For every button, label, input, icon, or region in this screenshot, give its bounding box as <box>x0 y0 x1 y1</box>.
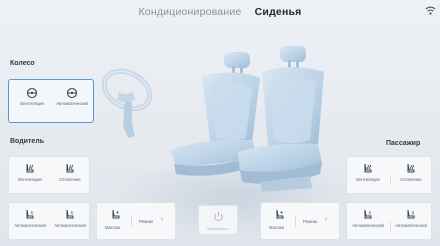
section-label-driver: Водитель <box>10 138 45 145</box>
seat-massage-icon <box>112 209 120 219</box>
seats-image <box>170 46 324 192</box>
driver-ventilation-label: Вентиляция <box>18 177 42 182</box>
seat-ventilation-icon <box>364 163 372 173</box>
passenger-massage-panel[interactable]: Массаж Режим › <box>260 202 340 240</box>
steering-auto-icon <box>66 87 78 99</box>
passenger-auto-panel: A Автоматический A Автоматический <box>346 202 432 240</box>
chevron-right-icon: › <box>161 217 163 223</box>
passenger-heating-label: Отопление <box>400 177 422 182</box>
section-label-passenger: Пассажир <box>386 140 421 147</box>
passenger-ventilation-button[interactable]: Вентиляция <box>351 163 385 182</box>
passenger-massage-mode[interactable]: Режим <box>303 219 317 224</box>
seat-auto-icon: A <box>364 209 372 219</box>
seat-auto-heat-icon: A <box>407 209 415 219</box>
wheel-ventilation-button[interactable]: Вентиляция <box>15 87 49 106</box>
steering-heat-icon <box>26 87 38 99</box>
chevron-right-icon: › <box>325 217 327 223</box>
seat-massage-icon <box>276 209 284 219</box>
tab-climate[interactable]: Кондиционирование <box>133 6 246 18</box>
seat-heating-icon <box>407 163 415 173</box>
driver-massage-label: Массаж <box>105 225 121 230</box>
passenger-climate-divider <box>390 175 391 185</box>
driver-massage-panel[interactable]: Массаж Режим › <box>96 202 176 240</box>
seat-heating-icon <box>66 163 74 173</box>
driver-auto-heat-label: Автоматический <box>54 223 86 228</box>
passenger-auto-label: Автоматический <box>352 223 384 228</box>
wheel-ventilation-label: Вентиляция <box>20 101 44 106</box>
driver-auto-button[interactable]: A Автоматический <box>13 209 47 228</box>
passenger-auto-heat-button[interactable]: A Автоматический <box>394 209 428 228</box>
section-label-wheel: Колесо <box>10 60 35 67</box>
driver-heating-label: Отопление <box>59 177 81 182</box>
passenger-auto-button[interactable]: A Автоматический <box>351 209 385 228</box>
svg-text:A: A <box>369 211 372 216</box>
passenger-ventilation-label: Вентиляция <box>356 177 380 182</box>
driver-auto-heat-button[interactable]: A Автоматический <box>53 209 87 228</box>
driver-climate-panel: Вентиляция Отопление <box>8 156 90 194</box>
driver-auto-panel: A Автоматический A Автоматический <box>8 202 90 240</box>
driver-massage-divider <box>131 215 132 227</box>
svg-text:A: A <box>71 211 74 216</box>
seats-screen: Кондиционирование Сиденья Колесо Вентиля… <box>0 0 440 246</box>
passenger-heating-button[interactable]: Отопление <box>394 163 428 182</box>
seat-auto-heat-icon: A <box>66 209 74 219</box>
wheel-auto-label: Автоматический <box>56 101 88 106</box>
seat-ventilation-icon <box>26 163 34 173</box>
wheel-auto-button[interactable]: Автоматический <box>55 87 89 106</box>
passenger-climate-panel: Вентиляция Отопление <box>346 156 432 194</box>
passenger-auto-divider <box>390 221 391 231</box>
driver-massage-mode[interactable]: Режим <box>139 219 153 224</box>
seat-power-button[interactable]: Выключено <box>198 205 238 235</box>
passenger-auto-heat-label: Автоматический <box>395 223 427 228</box>
wifi-icon <box>425 6 436 15</box>
tab-seats[interactable]: Сиденья <box>250 6 307 18</box>
driver-ventilation-button[interactable]: Вентиляция <box>13 163 47 182</box>
power-icon <box>214 211 223 221</box>
driver-auto-label: Автоматический <box>14 223 46 228</box>
tab-bar: Кондиционирование Сиденья <box>0 6 440 18</box>
passenger-massage-label: Массаж <box>269 225 285 230</box>
passenger-massage-divider <box>295 215 296 227</box>
seat-auto-icon: A <box>26 209 34 219</box>
svg-text:A: A <box>31 211 34 216</box>
svg-text:A: A <box>412 211 415 216</box>
power-label: Выключено <box>207 226 229 231</box>
wheel-panel: Вентиляция Автоматический <box>8 79 94 123</box>
driver-heating-button[interactable]: Отопление <box>53 163 87 182</box>
